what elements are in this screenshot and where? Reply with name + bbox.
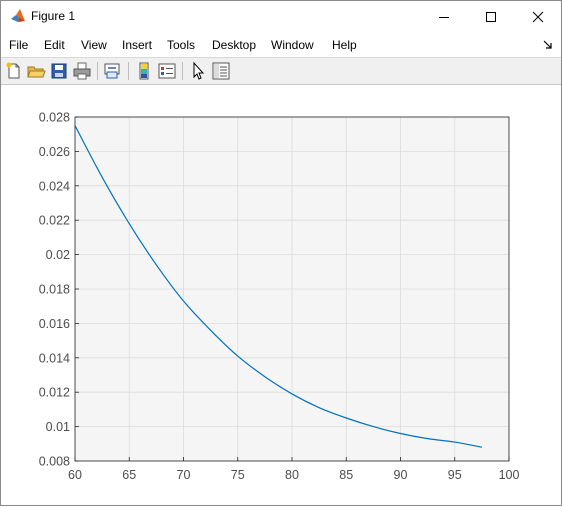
window-title: Figure 1 [31,9,76,23]
menu-bar: File Edit View Insert Tools Desktop Wind… [1,34,561,56]
y-tick-label: 0.014 [39,351,70,365]
menu-edit[interactable]: Edit [44,38,65,52]
figure-toolbar [1,57,561,85]
figure-canvas: 60 65 70 75 80 85 90 95 100 0.008 0.01 0.012 0.014 0.… [1,85,561,505]
toolbar-separator [128,62,129,80]
menu-window[interactable]: Window [271,38,314,52]
new-figure-icon[interactable] [4,61,24,81]
colorbar-icon[interactable] [134,61,154,81]
toolbar-separator [97,62,98,80]
toolbar-separator [182,62,183,80]
menu-desktop[interactable]: Desktop [212,38,256,52]
minimize-icon [439,16,449,18]
open-file-icon[interactable] [26,61,46,81]
legend-icon[interactable] [157,61,177,81]
x-tick-label: 100 [499,468,520,482]
y-tick-label: 0.016 [39,317,70,331]
y-tick-label: 0.02 [46,248,70,262]
matlab-icon [11,9,25,22]
close-icon [532,11,544,22]
y-tick-label: 0.024 [39,179,70,193]
y-tick-label: 0.022 [39,214,70,228]
menu-file[interactable]: File [9,38,28,52]
x-tick-label: 90 [394,468,408,482]
line-chart[interactable]: 60 65 70 75 80 85 90 95 100 0.008 0.01 0.012 0.014 0.… [1,85,561,505]
property-inspector-icon[interactable] [211,61,231,81]
x-tick-label: 65 [122,468,136,482]
y-tick-label: 0.026 [39,145,70,159]
pointer-icon[interactable] [188,61,208,81]
print-icon[interactable] [72,61,92,81]
y-tick-label: 0.008 [39,455,70,469]
y-tick-label: 0.012 [39,386,70,400]
minimize-button[interactable] [421,1,467,32]
menu-view[interactable]: View [81,38,107,52]
link-plot-icon[interactable] [102,61,122,81]
dock-figure-icon[interactable] [543,40,553,50]
x-tick-label: 95 [448,468,462,482]
maximize-icon [486,11,496,22]
menu-insert[interactable]: Insert [122,38,152,52]
close-button[interactable] [515,1,561,32]
figure-window: Figure 1 File Edit View Insert Tools Des… [0,0,562,506]
x-tick-label: 80 [285,468,299,482]
save-icon[interactable] [49,61,69,81]
x-tick-label: 60 [68,468,82,482]
y-tick-label: 0.028 [39,111,70,125]
title-bar[interactable]: Figure 1 [1,1,561,32]
y-tick-label: 0.01 [46,420,70,434]
x-tick-label: 75 [231,468,245,482]
x-tick-label: 70 [177,468,191,482]
y-tick-label: 0.018 [39,283,70,297]
x-tick-label: 85 [339,468,353,482]
menu-tools[interactable]: Tools [167,38,195,52]
menu-help[interactable]: Help [332,38,357,52]
maximize-button[interactable] [468,1,514,32]
